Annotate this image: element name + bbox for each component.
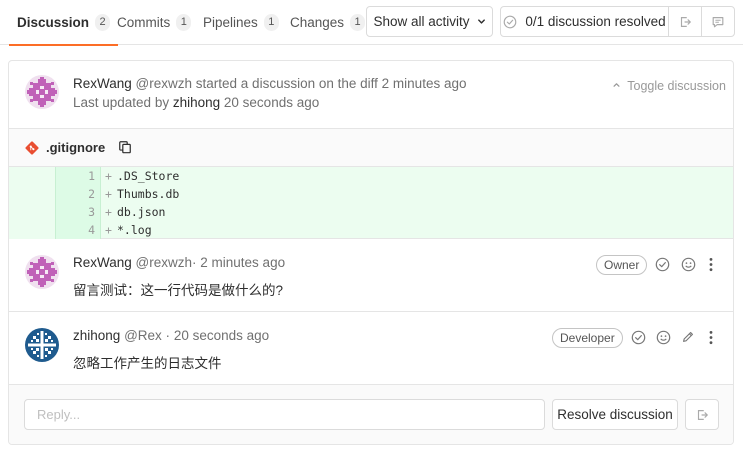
author-name[interactable]: zhihong (73, 328, 120, 343)
note-item: RexWang @rexwzh· 2 minutes ago 留言测试：这一行代… (9, 239, 733, 312)
tab-changes[interactable]: Changes 1 (290, 0, 366, 44)
comment-icon (711, 15, 725, 29)
avatar[interactable] (25, 328, 59, 362)
line-content: *.log (117, 223, 152, 237)
jump-to-next-icon (678, 15, 692, 29)
check-circle-icon (503, 15, 517, 29)
copy-file-path-icon[interactable] (118, 140, 132, 157)
separator-dot: · (192, 255, 197, 270)
note-time[interactable]: 2 minutes ago (200, 255, 285, 270)
diff-code-block: 1 + .DS_Store 2 + Thumbs.db 3 + db.json … (9, 167, 733, 239)
diff-line: 3 + db.json (9, 203, 733, 221)
chevron-down-icon (477, 17, 486, 26)
tab-count-badge: 1 (350, 13, 366, 31)
tab-count-badge: 2 (95, 13, 111, 31)
diff-line: 4 + *.log (9, 221, 733, 239)
resolved-status: 0/1 discussion resolved (500, 6, 669, 37)
tab-count-badge: 1 (263, 13, 279, 31)
tab-count-badge: 1 (176, 13, 192, 31)
note-header: RexWang @rexwzh· 2 minutes ago (73, 255, 285, 270)
line-number[interactable]: 3 (55, 203, 95, 221)
activity-filter-label: Show all activity (373, 14, 470, 29)
new-issue-icon (695, 408, 709, 422)
line-number[interactable]: 1 (55, 167, 95, 185)
chevron-up-icon (612, 78, 621, 92)
diff-line: 2 + Thumbs.db (9, 185, 733, 203)
tab-discussion[interactable]: Discussion 2 (8, 0, 119, 46)
toggle-discussion-label: Toggle discussion (627, 79, 726, 93)
diff-sign: + (105, 205, 112, 219)
resolve-discussion-label: Resolve discussion (557, 407, 673, 422)
line-content: db.json (117, 205, 166, 219)
tab-label: Discussion (17, 14, 90, 30)
note-header: zhihong @Rex · 20 seconds ago (73, 328, 269, 343)
line-number[interactable]: 4 (55, 221, 95, 239)
tab-commits[interactable]: Commits 1 (117, 0, 192, 44)
diff-line: 1 + .DS_Store (9, 167, 733, 185)
resolve-discussion-button[interactable]: Resolve discussion (552, 399, 678, 430)
avatar[interactable] (25, 255, 59, 289)
line-number[interactable]: 2 (55, 185, 95, 203)
diff-sign: + (105, 169, 112, 183)
more-actions-icon[interactable] (703, 329, 719, 345)
line-content: .DS_Store (117, 169, 180, 183)
tab-label: Commits (117, 14, 171, 30)
git-file-icon (25, 141, 39, 158)
diff-sign: + (105, 187, 112, 201)
resolve-check-icon[interactable] (630, 329, 646, 345)
note-time[interactable]: 20 seconds ago (174, 328, 269, 343)
role-badge: Developer (552, 328, 623, 348)
more-actions-icon[interactable] (703, 256, 719, 272)
activity-filter-dropdown[interactable]: Show all activity (366, 6, 493, 37)
emoji-smile-icon[interactable] (680, 256, 696, 272)
discussion-action: started a discussion on the diff (195, 76, 378, 91)
note-item: zhihong @Rex · 20 seconds ago 忽略工作产生的日志文… (9, 312, 733, 385)
diff-sign: + (105, 223, 112, 237)
resolve-check-icon[interactable] (654, 256, 670, 272)
note-body: 留言测试：这一行代码是做什么的? (73, 283, 284, 298)
author-username[interactable]: @rexwzh (136, 255, 192, 270)
emoji-smile-icon[interactable] (655, 329, 671, 345)
line-content: Thumbs.db (117, 187, 180, 201)
note-body: 忽略工作产生的日志文件 (73, 356, 222, 371)
tab-label: Changes (290, 14, 345, 30)
avatar[interactable] (25, 75, 59, 109)
role-badge: Owner (596, 255, 648, 275)
discussion-thread: RexWang @rexwzh started a discussion on … (8, 60, 734, 445)
last-updated: Last updated by zhihong 20 seconds ago (73, 95, 319, 110)
last-updated-time: 20 seconds ago (223, 95, 320, 110)
author-username[interactable]: @rexwzh (136, 76, 192, 91)
discussion-time: 2 minutes ago (381, 76, 467, 91)
discussion-header: RexWang @rexwzh started a discussion on … (73, 76, 466, 91)
identicon-icon (25, 255, 59, 289)
identicon-icon (25, 75, 59, 109)
tab-pipelines[interactable]: Pipelines 1 (203, 0, 279, 44)
author-username[interactable]: @Rex (124, 328, 162, 343)
diff-file-header: .gitignore (9, 128, 733, 167)
tab-label: Pipelines (203, 14, 258, 30)
separator-dot: · (165, 328, 171, 343)
identicon-icon (25, 328, 59, 362)
toggle-discussion-button[interactable]: Toggle discussion (612, 78, 726, 93)
merge-request-tabs: Discussion 2 Commits 1 Pipelines 1 Chang… (0, 0, 743, 46)
resolved-status-label: 0/1 discussion resolved (525, 14, 666, 29)
file-name[interactable]: .gitignore (46, 140, 105, 155)
author-name[interactable]: RexWang (73, 255, 132, 270)
resolve-in-new-issue-button[interactable] (685, 399, 719, 430)
last-updated-by[interactable]: zhihong (173, 95, 220, 110)
pencil-icon[interactable] (680, 329, 696, 345)
author-name[interactable]: RexWang (73, 76, 132, 91)
start-discussion-button[interactable] (701, 6, 735, 37)
reply-input[interactable] (24, 399, 545, 430)
reply-area: Resolve discussion (9, 385, 733, 444)
last-updated-prefix: Last updated by (73, 95, 170, 110)
jump-to-unresolved-button[interactable] (668, 6, 702, 37)
